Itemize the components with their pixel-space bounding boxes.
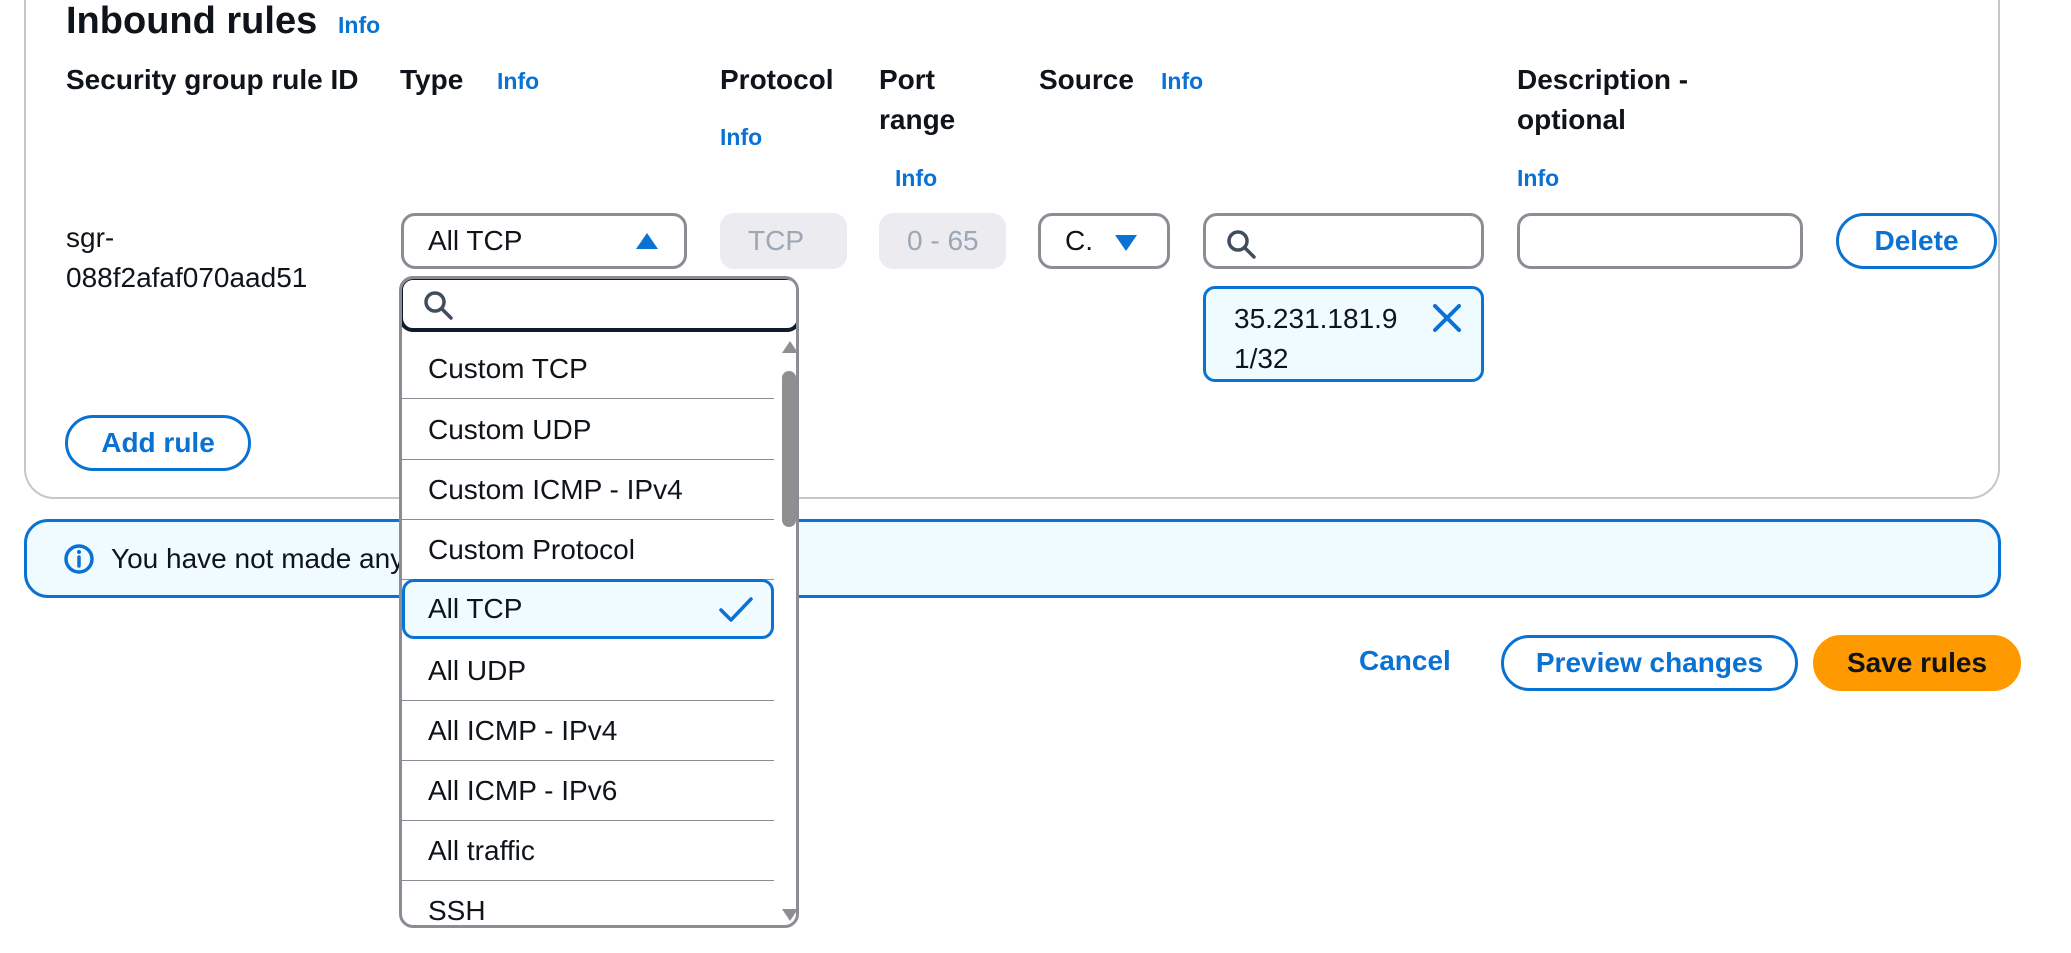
check-icon [719,597,753,622]
column-header-rule-id: Security group rule ID [66,64,359,95]
source-type-select[interactable]: C. [1038,213,1170,269]
search-icon [1227,230,1256,259]
title-info-link[interactable]: Info [338,12,380,39]
type-option-all-tcp-label: All TCP [428,593,523,624]
close-icon[interactable] [1432,303,1462,333]
type-info-link[interactable]: Info [497,68,539,95]
cidr-token-line2: 1/32 [1234,343,1289,374]
type-select-value: All TCP [428,225,523,256]
info-flash-text: You have not made any [111,542,405,574]
save-rules-button[interactable]: Save rules [1813,635,2021,691]
type-option-custom-protocol[interactable]: Custom Protocol [402,520,774,580]
type-option-custom-icmp-ipv4[interactable]: Custom ICMP - IPv4 [402,460,774,520]
info-flash-alert: You have not made any [24,519,2001,598]
type-option-all-udp[interactable]: All UDP [402,641,774,701]
type-option-ssh[interactable]: SSH [402,881,774,925]
rule-id: sgr- 088f2afaf070aad51 [66,218,307,298]
add-rule-button[interactable]: Add rule [65,415,251,471]
type-option-all-icmp-ipv4[interactable]: All ICMP - IPv4 [402,701,774,761]
protocol-field: TCP [720,213,847,269]
port-range-line2: range [879,104,956,135]
type-option-custom-tcp[interactable]: Custom TCP [402,339,774,399]
source-type-select-value: C. [1065,225,1093,256]
preview-changes-button[interactable]: Preview changes [1501,635,1798,691]
port-range-line1: Port [879,64,935,95]
column-header-protocol: Protocol [720,64,834,95]
source-search-input[interactable] [1203,213,1484,269]
column-header-description: Description - optional [1517,60,1688,140]
scroll-down-arrow-icon[interactable] [782,909,798,921]
type-option-all-tcp[interactable]: All TCP [402,579,774,639]
type-option-custom-udp[interactable]: Custom UDP [402,400,774,460]
port-range-field: 0 - 65 [879,213,1006,269]
info-circle-icon [64,543,94,574]
page-title: Inbound rules [66,0,318,42]
type-dropdown-search-input[interactable] [402,279,796,332]
port-range-field-value: 0 - 65 [907,225,979,256]
type-option-all-icmp-ipv6[interactable]: All ICMP - IPv6 [402,761,774,821]
caret-up-icon [636,233,658,249]
description-line2: optional [1517,104,1626,135]
protocol-info-link[interactable]: Info [720,124,762,151]
source-cidr-token: 35.231.181.9 1/32 [1203,286,1484,382]
description-line1: Description - [1517,64,1689,95]
rule-id-line1: sgr- [66,222,115,253]
column-header-type: Type [400,64,464,95]
search-icon [424,291,453,320]
caret-down-icon [1115,235,1137,251]
type-select[interactable]: All TCP [401,213,687,269]
type-dropdown-menu: Custom TCP Custom UDP Custom ICMP - IPv4… [399,276,799,928]
column-header-source: Source [1039,64,1134,95]
description-input[interactable] [1517,213,1803,269]
rule-id-line2: 088f2afaf070aad51 [66,262,308,293]
protocol-field-value: TCP [748,225,804,256]
scroll-up-arrow-icon[interactable] [782,341,798,353]
column-header-port-range: Port range [879,60,955,140]
port-info-link[interactable]: Info [895,165,937,192]
type-option-all-traffic[interactable]: All traffic [402,821,774,881]
dropdown-scrollbar-thumb[interactable] [782,371,796,527]
description-info-link[interactable]: Info [1517,165,1559,192]
cancel-button[interactable]: Cancel [1359,645,1451,677]
delete-rule-button[interactable]: Delete [1836,213,1997,269]
source-info-link[interactable]: Info [1161,68,1203,95]
